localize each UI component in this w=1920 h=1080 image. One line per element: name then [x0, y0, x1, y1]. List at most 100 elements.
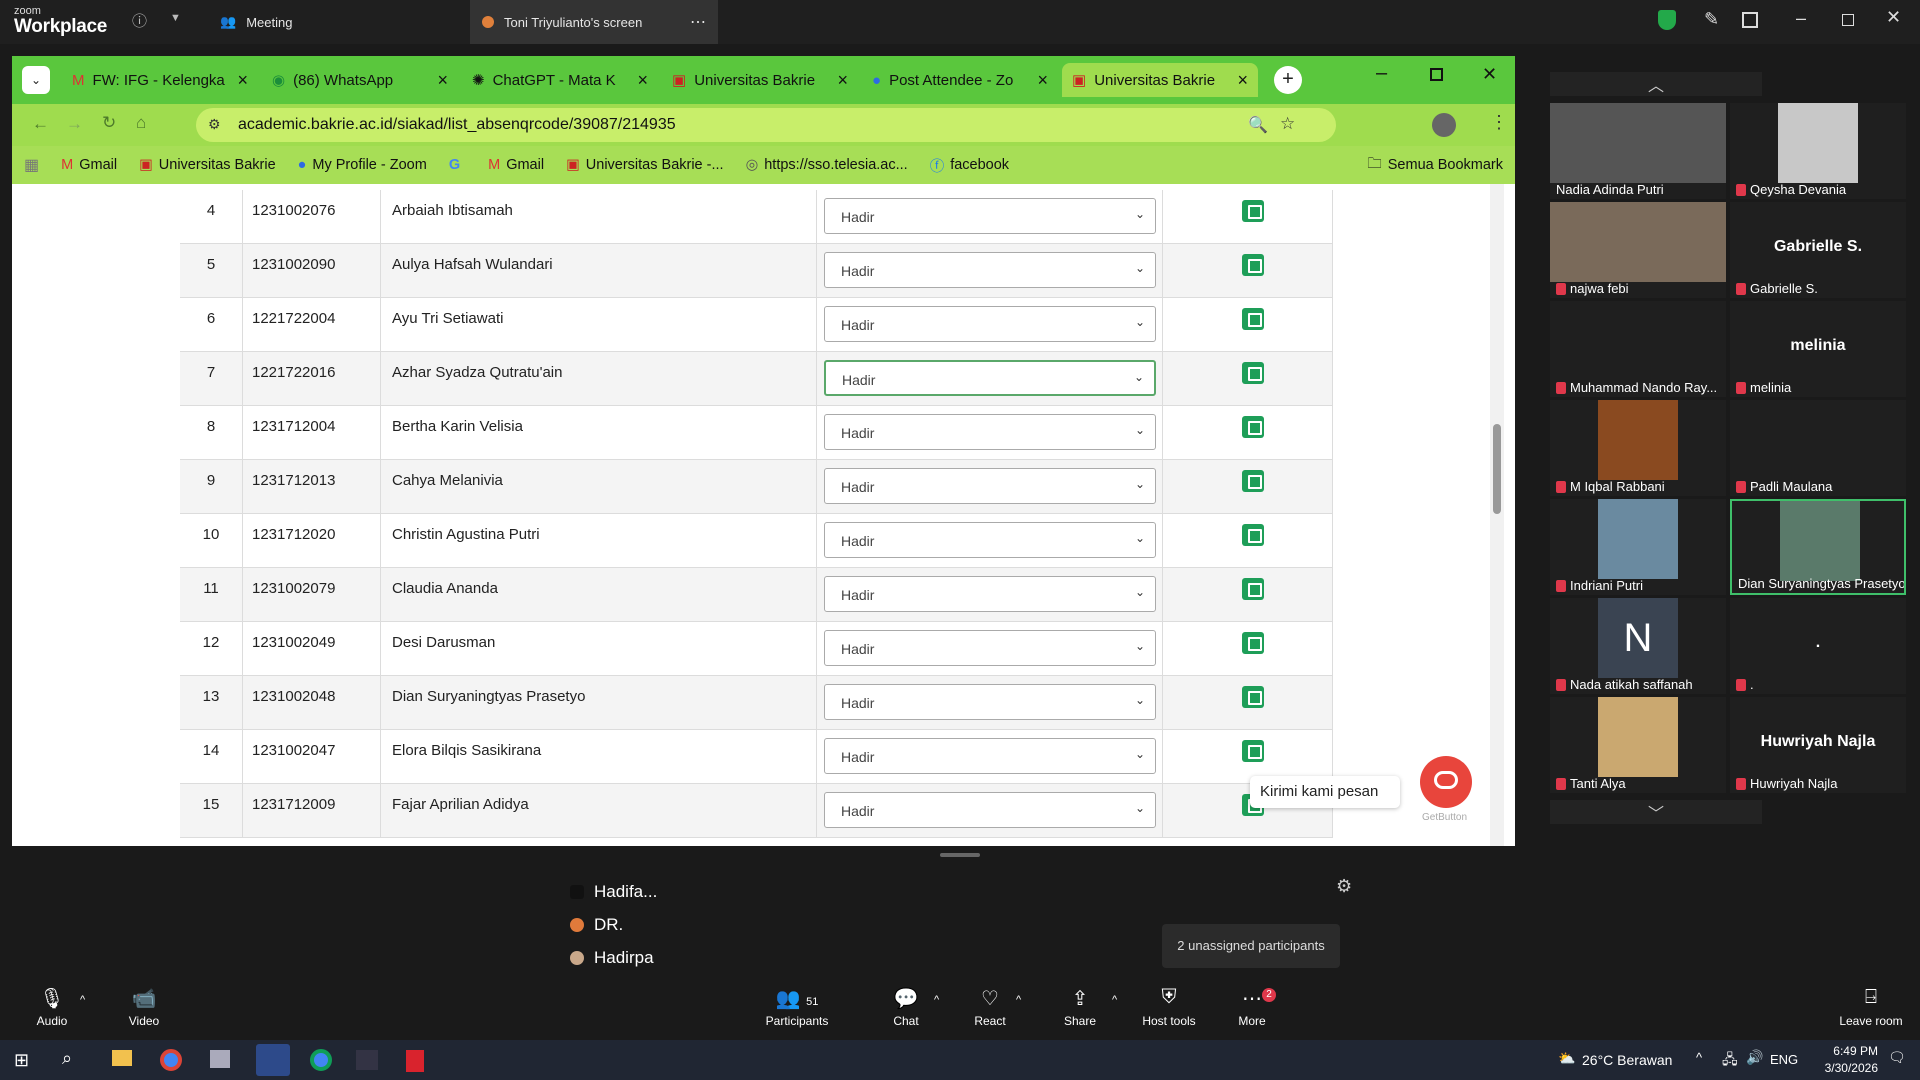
more-options-icon[interactable]: ⋯ — [690, 12, 706, 32]
chevron-down-icon[interactable]: ▼ — [170, 12, 181, 24]
reload-icon[interactable]: ↻ — [102, 113, 116, 133]
save-icon[interactable] — [1242, 524, 1264, 546]
bookmark-bakrie-2[interactable]: ▣ Universitas Bakrie -... — [566, 157, 724, 173]
bookmark-folder-all[interactable]: 🗀 Semua Bookmark — [1367, 153, 1503, 178]
tab-chatgpt[interactable]: ✺ ChatGPT - Mata K × — [462, 63, 658, 97]
save-icon[interactable] — [1242, 578, 1264, 600]
bookmark-facebook[interactable]: ⓕ facebook — [930, 155, 1009, 176]
volume-icon[interactable]: 🔊 — [1746, 1049, 1763, 1066]
close-tab-icon[interactable]: × — [237, 70, 248, 91]
restore-icon[interactable] — [1430, 68, 1443, 81]
save-icon[interactable] — [1242, 740, 1264, 762]
close-tab-icon[interactable]: × — [637, 70, 648, 91]
notification-icon[interactable]: 🗨 — [1888, 1049, 1906, 1066]
close-icon[interactable]: ✕ — [1482, 64, 1497, 85]
search-icon[interactable]: ⌕ — [62, 1048, 72, 1069]
attendance-status-select[interactable]: Hadir ⌄ — [824, 522, 1156, 558]
attendance-status-select[interactable]: Hadir ⌄ — [824, 576, 1156, 612]
leave-room-button[interactable]: ⍈ Leave room — [1836, 986, 1906, 1028]
participant-tile[interactable]: Huwriyah Najla Huwriyah Najla — [1730, 697, 1906, 793]
back-icon[interactable]: ← — [32, 114, 49, 134]
react-button[interactable]: ♡ React — [970, 986, 1010, 1028]
pdf-icon[interactable] — [406, 1050, 424, 1072]
attendance-status-select[interactable]: Hadir ⌄ — [824, 684, 1156, 720]
network-icon[interactable]: 🖧 — [1722, 1049, 1738, 1073]
save-icon[interactable] — [1242, 254, 1264, 276]
participant-tile[interactable]: Dian Suryaningtyas Prasetyo — [1730, 499, 1906, 595]
zoom-icon[interactable]: 🔍 — [1248, 115, 1268, 135]
tab-whatsapp[interactable]: ◉ (86) WhatsApp × — [262, 63, 458, 97]
chrome-icon[interactable] — [310, 1049, 332, 1071]
chat-bubble-icon[interactable] — [1420, 756, 1472, 808]
participant-tile[interactable]: Indriani Putri — [1550, 499, 1726, 595]
participant-tile[interactable]: Tanti Alya — [1550, 697, 1726, 793]
apps-grid-icon[interactable]: ▦ — [24, 155, 39, 175]
home-icon[interactable]: ⌂ — [136, 113, 146, 133]
scrollbar-thumb[interactable] — [1493, 424, 1501, 514]
attendance-status-select[interactable]: Hadir ⌄ — [824, 792, 1156, 828]
attendance-status-select[interactable]: Hadir ⌄ — [824, 738, 1156, 774]
obs-icon[interactable] — [356, 1050, 378, 1070]
zoom-taskbar-icon[interactable] — [256, 1044, 290, 1076]
attendance-status-select[interactable]: Hadir ⌄ — [824, 198, 1156, 234]
minimize-icon[interactable]: – — [1796, 8, 1806, 29]
windows-start-icon[interactable]: ⊞ — [14, 1050, 29, 1071]
attendance-status-select[interactable]: Hadir ⌄ — [824, 468, 1156, 504]
tray-up-icon[interactable]: ^ — [1696, 1050, 1702, 1065]
tab-zoom-attendee[interactable]: ● Post Attendee - Zo × — [862, 63, 1058, 97]
attendance-status-select[interactable]: Hadir ⌄ — [824, 360, 1156, 396]
bookmark-zoom-profile[interactable]: ● My Profile - Zoom — [298, 157, 427, 173]
bookmark-gmail[interactable]: M Gmail — [61, 157, 117, 173]
participant-tile[interactable]: Nadia Adinda Putri — [1550, 103, 1726, 199]
video-button[interactable]: 📹 Video — [122, 986, 166, 1028]
gallery-up-icon[interactable]: ︿ — [1550, 72, 1762, 96]
gallery-down-icon[interactable]: ﹀ — [1550, 800, 1762, 824]
bookmark-sso[interactable]: ◎ https://sso.telesia.ac... — [746, 157, 908, 173]
restore-icon[interactable] — [1842, 14, 1854, 26]
save-icon[interactable] — [1242, 362, 1264, 384]
close-tab-icon[interactable]: × — [837, 70, 848, 91]
attendance-status-select[interactable]: Hadir ⌄ — [824, 306, 1156, 342]
save-icon[interactable] — [1242, 632, 1264, 654]
participant-tile[interactable]: .. — [1730, 598, 1906, 694]
share-options-icon[interactable]: ^ — [1112, 994, 1117, 1006]
participant-tile[interactable]: Gabrielle S. Gabrielle S. — [1730, 202, 1906, 298]
save-icon[interactable] — [1242, 416, 1264, 438]
participant-tile[interactable]: Muhammad Nando Ray... — [1550, 301, 1726, 397]
close-icon[interactable]: ✕ — [1886, 7, 1901, 28]
tab-bakrie-active[interactable]: ▣ Universitas Bakrie × — [1062, 63, 1258, 97]
resize-handle[interactable] — [940, 853, 980, 857]
participant-tile[interactable]: Padli Maulana — [1730, 400, 1906, 496]
chat-options-icon[interactable]: ^ — [934, 994, 939, 1006]
save-icon[interactable] — [1242, 200, 1264, 222]
weather-text[interactable]: 26°C Berawan — [1582, 1052, 1672, 1068]
participant-tile[interactable]: Qeysha Devania — [1730, 103, 1906, 199]
bookmark-google[interactable]: G — [449, 157, 466, 173]
snip-icon[interactable] — [210, 1050, 230, 1068]
forward-icon[interactable]: → — [66, 114, 83, 134]
share-button[interactable]: ⇪ Share — [1060, 986, 1100, 1028]
participant-tile[interactable]: M Iqbal Rabbani — [1550, 400, 1726, 496]
audio-button[interactable]: 🎙 Audio — [30, 986, 74, 1028]
language-indicator[interactable]: ENG — [1770, 1052, 1798, 1067]
tab-search-icon[interactable]: ⌄ — [22, 66, 50, 94]
star-icon[interactable]: ☆ — [1280, 114, 1295, 134]
tab-email[interactable]: M FW: IFG - Kelengka × — [62, 63, 258, 97]
participant-tile[interactable]: melinia melinia — [1730, 301, 1906, 397]
attendance-status-select[interactable]: Hadir ⌄ — [824, 414, 1156, 450]
attendance-status-select[interactable]: Hadir ⌄ — [824, 252, 1156, 288]
meeting-tab[interactable]: 👥 Meeting — [206, 0, 456, 44]
layout-icon[interactable] — [1742, 12, 1758, 28]
file-explorer-icon[interactable] — [112, 1050, 132, 1066]
save-icon[interactable] — [1242, 470, 1264, 492]
kebab-menu-icon[interactable]: ⋮ — [1490, 112, 1508, 133]
close-tab-icon[interactable]: × — [1237, 70, 1248, 91]
bookmark-gmail-2[interactable]: M Gmail — [488, 157, 544, 173]
new-tab-icon[interactable]: + — [1274, 66, 1302, 94]
host-tools-button[interactable]: ⛨ Host tools — [1140, 986, 1198, 1028]
chat-button[interactable]: 💬 Chat — [886, 986, 926, 1028]
page-scrollbar[interactable] — [1490, 184, 1504, 846]
minimize-icon[interactable]: – — [1376, 62, 1387, 85]
url-bar[interactable]: ⚙ academic.bakrie.ac.id/siakad/list_abse… — [196, 108, 1336, 142]
profile-avatar[interactable] — [1432, 113, 1456, 137]
